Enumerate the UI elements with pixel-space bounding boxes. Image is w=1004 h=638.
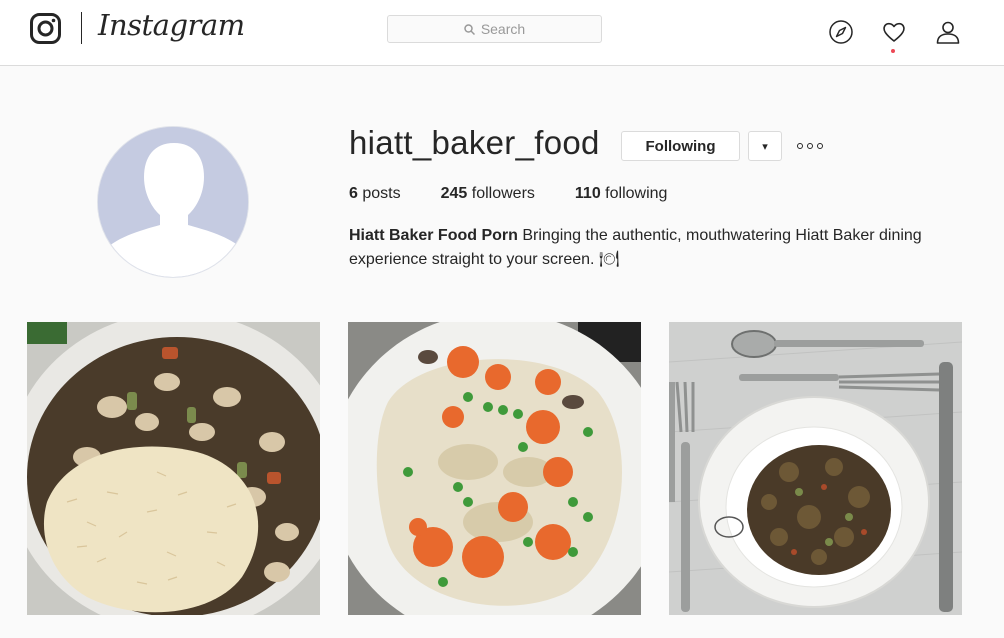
post-image-stew-rice bbox=[27, 322, 320, 615]
default-avatar-icon bbox=[98, 127, 248, 277]
person-icon[interactable] bbox=[935, 19, 961, 45]
search-input[interactable]: Search bbox=[387, 15, 602, 43]
following-stat[interactable]: 110 following bbox=[575, 185, 668, 203]
following-button[interactable]: Following bbox=[621, 131, 740, 161]
profile-stats: 6 posts 245 followers 110 following bbox=[349, 185, 707, 203]
posts-stat: 6 posts bbox=[349, 185, 401, 203]
notification-dot bbox=[891, 49, 895, 53]
camera-icon[interactable] bbox=[30, 13, 61, 44]
profile-avatar[interactable] bbox=[97, 126, 249, 278]
options-icon[interactable] bbox=[797, 138, 823, 154]
options-dot bbox=[807, 143, 813, 149]
post-image-pot-pie bbox=[348, 322, 641, 615]
post-thumbnail[interactable] bbox=[669, 322, 962, 615]
posts-label: posts bbox=[362, 185, 401, 202]
top-nav-bar: Instagram Search bbox=[0, 0, 1004, 66]
following-count: 110 bbox=[574, 185, 601, 202]
profile-username: hiatt_baker_food bbox=[349, 124, 600, 161]
heart-icon[interactable] bbox=[881, 19, 907, 45]
profile-full-name: Hiatt Baker Food Porn bbox=[349, 227, 518, 244]
followers-count: 245 bbox=[440, 185, 468, 202]
followers-label: followers bbox=[471, 185, 535, 202]
post-thumbnail[interactable] bbox=[348, 322, 641, 615]
logo-divider bbox=[81, 12, 82, 44]
search-icon bbox=[464, 23, 475, 35]
post-image-mushroom-stew bbox=[669, 322, 962, 615]
posts-count: 6 bbox=[349, 185, 358, 202]
followers-stat[interactable]: 245 followers bbox=[441, 185, 535, 203]
compass-icon[interactable] bbox=[828, 19, 854, 45]
instagram-wordmark[interactable]: Instagram bbox=[98, 8, 245, 42]
suggestions-dropdown-button[interactable]: ▾ bbox=[748, 131, 782, 161]
profile-bio: Hiatt Baker Food Porn Bringing the authe… bbox=[349, 224, 959, 272]
options-dot bbox=[817, 143, 823, 149]
post-thumbnail[interactable] bbox=[27, 322, 320, 615]
options-dot bbox=[797, 143, 803, 149]
search-placeholder: Search bbox=[480, 21, 526, 37]
following-label: following bbox=[605, 185, 668, 202]
